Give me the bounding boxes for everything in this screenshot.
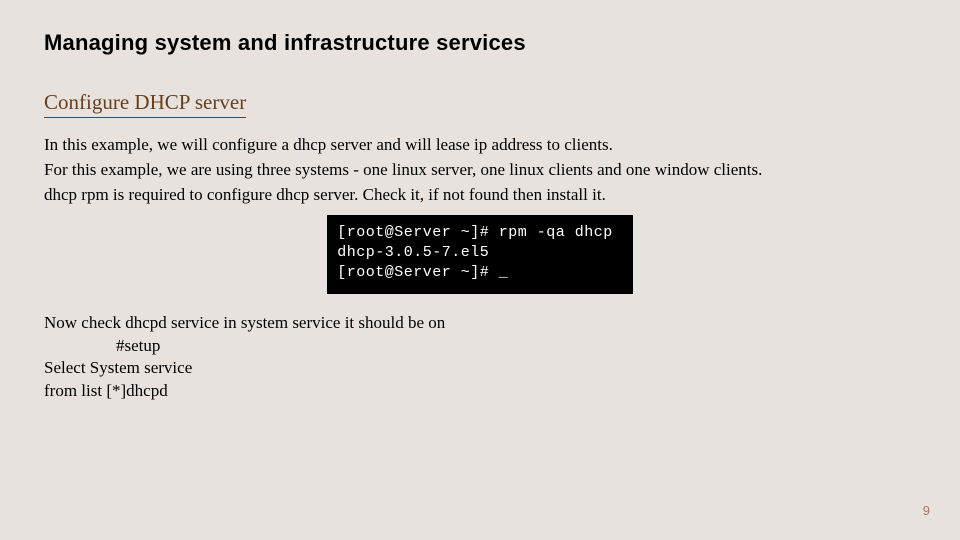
footer-line-4: from list [*]dhcpd <box>44 380 916 403</box>
footer-line-3: Select System service <box>44 357 916 380</box>
section-heading-text: Configure DHCP server <box>44 90 246 118</box>
section-heading: Configure DHCP server <box>44 90 916 134</box>
footer-line-2: #setup <box>44 335 916 358</box>
terminal-line-1: [root@Server ~]# rpm -qa dhcp <box>337 224 613 241</box>
terminal-screenshot: [root@Server ~]# rpm -qa dhcp dhcp-3.0.5… <box>44 215 916 294</box>
slide: Managing system and infrastructure servi… <box>0 0 960 403</box>
terminal-content: [root@Server ~]# rpm -qa dhcp dhcp-3.0.5… <box>327 215 633 294</box>
page-title: Managing system and infrastructure servi… <box>44 30 916 56</box>
footer-paragraph: Now check dhcpd service in system servic… <box>44 312 916 404</box>
footer-line-1: Now check dhcpd service in system servic… <box>44 312 916 335</box>
page-number: 9 <box>923 503 930 518</box>
terminal-line-3: [root@Server ~]# _ <box>337 264 508 281</box>
terminal-line-2: dhcp-3.0.5-7.el5 <box>337 244 489 261</box>
intro-line-1: In this example, we will configure a dhc… <box>44 134 916 157</box>
intro-line-2: For this example, we are using three sys… <box>44 159 916 182</box>
intro-line-3: dhcp rpm is required to configure dhcp s… <box>44 184 916 207</box>
intro-paragraph: In this example, we will configure a dhc… <box>44 134 916 207</box>
